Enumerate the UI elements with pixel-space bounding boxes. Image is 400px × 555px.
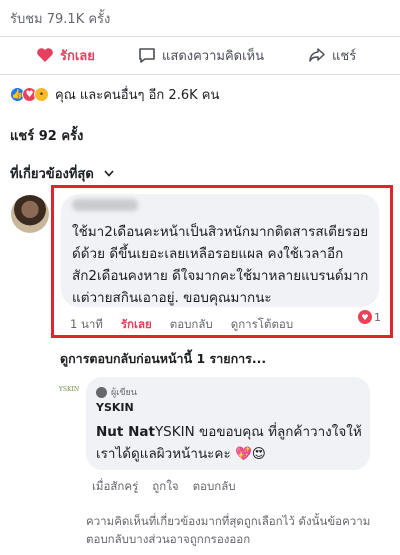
reply-meta: เมื่อสักครู่ ถูกใจ ตอบกลับ [92, 478, 236, 496]
commenter-avatar[interactable] [11, 195, 49, 233]
comment-love-button[interactable]: รักเลย [121, 316, 152, 334]
divider [0, 74, 400, 75]
share-button-label: แชร์ [332, 48, 357, 64]
heart-icon: ♥ [358, 310, 372, 324]
reply-text: Nut NatYSKIN ขอขอบคุณ ที่ลูกค้าวางใจให้เ… [96, 421, 366, 465]
comment-button-label: แสดงความคิดเห็น [162, 48, 265, 64]
reply-author-name[interactable]: YSKIN [96, 401, 134, 414]
author-badge: ผู้เขียน [96, 385, 137, 399]
previous-replies-link[interactable]: ดูการตอบกลับก่อนหน้านี้ 1 รายการ... [60, 349, 266, 369]
comment-meta: 1 นาที รักเลย ตอบกลับ ดูการโต้ตอบ [70, 316, 293, 334]
comment-reaction-number: 1 [374, 310, 381, 324]
blurred-commenter-name [72, 199, 138, 211]
comment-reaction-count[interactable]: ♥ 1 [358, 310, 381, 324]
reply-like-button[interactable]: ถูกใจ [152, 478, 178, 496]
comment-text: ใช้มา2เดือนคะหน้าเป็นสิวหนักมากติดสารสเต… [72, 224, 369, 306]
love-button-label: รักเลย [60, 48, 95, 64]
filter-notice: ความคิดเห็นที่เกี่ยวข้องมากที่สุดถูกเลือ… [86, 514, 371, 546]
wow-reaction-icon: • [34, 87, 49, 102]
comment-reply-button[interactable]: ตอบกลับ [170, 316, 213, 334]
comment-icon [139, 47, 155, 63]
author-badge-label: ผู้เขียน [111, 388, 137, 398]
reply-time: เมื่อสักครู่ [92, 479, 139, 493]
comment-time: 1 นาที [70, 317, 103, 331]
comment-view-replies-button[interactable]: ดูการโต้ตอบ [231, 316, 293, 334]
reaction-icons: 👍 ♥ • [10, 87, 49, 102]
author-badge-icon [96, 386, 107, 398]
reaction-summary-text: คุณ และคนอื่นๆ อีก 2.6K คน [55, 88, 220, 103]
share-icon [309, 48, 325, 62]
share-button[interactable]: แชร์ [308, 45, 356, 66]
comment-button[interactable]: แสดงความคิดเห็น [138, 45, 264, 66]
heart-icon [37, 48, 53, 62]
divider [0, 36, 400, 37]
reply-mention[interactable]: Nut Nat [96, 424, 155, 440]
reaction-summary[interactable]: 👍 ♥ • คุณ และคนอื่นๆ อีก 2.6K คน [10, 84, 219, 105]
reply-reply-button[interactable]: ตอบกลับ [193, 478, 236, 496]
views-count: รับชม 79.1K ครั้ง [10, 12, 111, 27]
yskin-logo[interactable]: YSKIN [58, 379, 80, 401]
chevron-down-icon [104, 170, 114, 177]
share-count[interactable]: แชร์ 92 ครั้ง [10, 125, 83, 146]
comment-sort-label: ที่เกี่ยวข้องที่สุด [10, 167, 94, 182]
love-button[interactable]: รักเลย [36, 45, 95, 66]
comment-sort-dropdown[interactable]: ที่เกี่ยวข้องที่สุด [10, 163, 114, 184]
post-action-bar: รักเลย แสดงความคิดเห็น แชร์ [0, 38, 400, 72]
